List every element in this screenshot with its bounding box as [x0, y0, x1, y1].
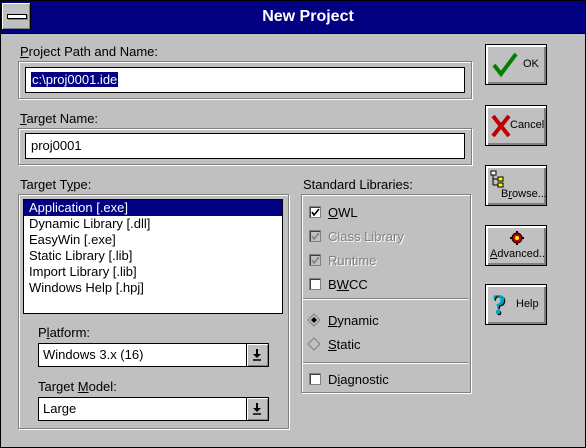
owl-checkbox[interactable]	[309, 206, 321, 218]
tree-icon	[490, 170, 504, 188]
help-button-label: Help	[516, 298, 539, 310]
new-project-dialog: New Project Project Path and Name: c:\pr…	[0, 0, 586, 448]
cancel-button-label: Cancel	[510, 119, 545, 131]
title-bar[interactable]: New Project	[1, 1, 585, 34]
green-check-icon	[492, 52, 518, 78]
libraries-separator	[303, 362, 468, 364]
platform-dropdown-button[interactable]	[246, 344, 268, 366]
libraries-separator	[303, 298, 468, 300]
window-title: New Project	[262, 8, 354, 25]
target-name-label: Target Name:	[20, 111, 99, 126]
target-name-input[interactable]: proj0001	[25, 133, 465, 159]
system-menu-button[interactable]	[2, 3, 31, 29]
class-library-checkbox[interactable]	[309, 230, 321, 242]
static-label: Static	[328, 337, 361, 352]
gears-icon	[510, 231, 524, 245]
question-mark-icon: ? ?	[492, 290, 507, 320]
project-path-input[interactable]: c:\proj0001.ide	[25, 67, 465, 93]
help-button[interactable]: ? ? Help	[485, 284, 547, 325]
platform-value: Windows 3.x (16)	[43, 347, 144, 362]
browse-button[interactable]: Browse...	[485, 165, 547, 206]
target-model-label: Target Model:	[38, 379, 117, 394]
target-model-dropdown-button[interactable]	[246, 398, 268, 420]
browse-button-label: Browse...	[501, 188, 547, 200]
checkmark-icon	[311, 208, 320, 217]
dynamic-radio[interactable]	[307, 313, 321, 327]
list-item[interactable]: Application [.exe]	[24, 200, 282, 216]
advanced-button-label: Advanced...	[490, 248, 549, 260]
target-type-list[interactable]: Application [.exe] Dynamic Library [.dll…	[23, 199, 283, 314]
class-library-label: Class Library	[328, 229, 404, 244]
bwcc-checkbox[interactable]	[309, 278, 321, 290]
svg-text:?: ?	[492, 290, 506, 320]
diagnostic-label: Diagnostic	[328, 372, 389, 387]
target-model-select[interactable]: Large	[38, 397, 269, 421]
cancel-button[interactable]: Cancel	[485, 105, 547, 146]
list-item[interactable]: Dynamic Library [.dll]	[24, 216, 282, 232]
platform-label: Platform:	[38, 325, 91, 340]
standard-libraries-label: Standard Libraries:	[303, 177, 413, 192]
list-item[interactable]: Windows Help [.hpj]	[24, 280, 282, 296]
checkmark-icon	[311, 256, 320, 265]
static-radio[interactable]	[307, 337, 321, 351]
target-model-value: Large	[43, 401, 77, 416]
red-x-icon	[491, 114, 511, 138]
runtime-label: Runtime	[328, 253, 377, 268]
platform-select[interactable]: Windows 3.x (16)	[38, 343, 269, 367]
advanced-button[interactable]: Advanced...	[485, 225, 549, 266]
target-type-label: Target Type:	[20, 177, 92, 192]
list-item[interactable]: Static Library [.lib]	[24, 248, 282, 264]
runtime-checkbox[interactable]	[309, 254, 321, 266]
ok-button-label: OK	[523, 58, 539, 70]
checkmark-icon	[311, 232, 320, 241]
ok-button[interactable]: OK	[485, 44, 547, 85]
diagnostic-checkbox[interactable]	[309, 373, 321, 385]
owl-label: OWL	[328, 205, 358, 220]
bwcc-label: BWCC	[328, 277, 368, 292]
project-path-label: Project Path and Name:	[20, 44, 159, 59]
system-menu-icon	[7, 14, 27, 19]
dynamic-label: Dynamic	[328, 313, 379, 328]
down-arrow-icon	[253, 403, 261, 415]
list-item[interactable]: EasyWin [.exe]	[24, 232, 282, 248]
down-arrow-icon	[253, 349, 261, 361]
target-name-value: proj0001	[31, 138, 82, 153]
project-path-value: c:\proj0001.ide	[31, 72, 119, 87]
list-item[interactable]: Import Library [.lib]	[24, 264, 282, 280]
